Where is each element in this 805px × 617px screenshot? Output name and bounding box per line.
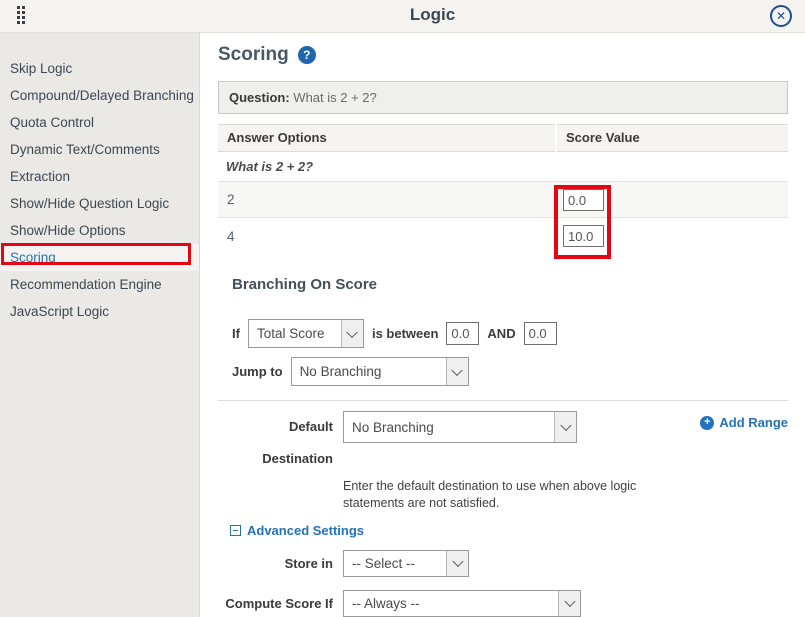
question-group-row: What is 2 + 2? — [218, 152, 788, 182]
compute-score-if-select[interactable]: -- Always -- — [343, 590, 581, 617]
modal-header: Logic ✕ — [0, 0, 805, 33]
branching-section-title: Branching On Score — [232, 276, 788, 293]
drag-handle-icon[interactable] — [17, 6, 25, 24]
default-destination-label: Default Destination — [218, 411, 333, 475]
and-label: AND — [487, 326, 515, 341]
score-value-input[interactable] — [563, 189, 604, 211]
question-label: Question: — [229, 90, 290, 105]
page-title: Scoring — [218, 44, 289, 66]
sidebar-item-show-hide-question-logic[interactable]: Show/Hide Question Logic — [0, 190, 199, 217]
chevron-down-icon — [446, 358, 468, 385]
chevron-down-icon — [558, 591, 580, 616]
question-text: What is 2 + 2? — [293, 90, 376, 105]
collapse-icon — [230, 525, 241, 536]
table-row: 4 — [218, 218, 788, 254]
sidebar: Skip Logic Compound/Delayed Branching Qu… — [0, 33, 200, 617]
jump-to-select[interactable]: No Branching — [291, 357, 469, 386]
add-range-label: Add Range — [719, 415, 788, 430]
sidebar-item-extraction[interactable]: Extraction — [0, 163, 199, 190]
sidebar-item-dynamic-text-comments[interactable]: Dynamic Text/Comments — [0, 136, 199, 163]
add-icon: + — [700, 416, 714, 430]
modal-title: Logic — [410, 5, 455, 25]
store-in-label: Store in — [218, 556, 333, 571]
store-in-value: -- Select -- — [344, 551, 446, 576]
table-row: 2 — [218, 182, 788, 218]
chevron-down-icon — [446, 551, 468, 576]
store-in-select[interactable]: -- Select -- — [343, 550, 469, 577]
answer-option-label: 2 — [227, 192, 235, 207]
add-range-button[interactable]: + Add Range — [700, 415, 788, 430]
sidebar-item-scoring[interactable]: Scoring — [0, 244, 199, 271]
if-label: If — [232, 326, 240, 341]
answer-option-label: 4 — [227, 229, 235, 244]
is-between-label: is between — [372, 326, 438, 341]
range-min-input[interactable] — [446, 322, 479, 345]
section-divider — [218, 400, 788, 401]
chevron-down-icon — [554, 412, 576, 442]
help-icon[interactable]: ? — [298, 46, 316, 64]
question-box: Question: What is 2 + 2? — [218, 81, 788, 114]
score-variable-value: Total Score — [249, 320, 341, 347]
sidebar-item-show-hide-options[interactable]: Show/Hide Options — [0, 217, 199, 244]
sidebar-item-quota-control[interactable]: Quota Control — [0, 109, 199, 136]
chevron-down-icon — [341, 320, 363, 347]
jump-to-label: Jump to — [232, 364, 283, 379]
jump-to-value: No Branching — [292, 358, 446, 385]
advanced-settings-toggle[interactable]: Advanced Settings — [230, 523, 788, 538]
close-icon[interactable]: ✕ — [770, 5, 792, 27]
sidebar-item-skip-logic[interactable]: Skip Logic — [0, 55, 199, 82]
score-value-input[interactable] — [563, 225, 604, 247]
column-header-answer-options: Answer Options — [218, 124, 555, 152]
advanced-settings-label: Advanced Settings — [247, 523, 364, 538]
sidebar-item-compound-delayed-branching[interactable]: Compound/Delayed Branching — [0, 82, 199, 109]
column-header-score-value: Score Value — [557, 124, 788, 152]
range-max-input[interactable] — [524, 322, 557, 345]
compute-score-if-label: Compute Score If — [218, 596, 333, 611]
main-panel: Scoring ? Question: What is 2 + 2? Answe… — [200, 33, 805, 617]
sidebar-item-recommendation-engine[interactable]: Recommendation Engine — [0, 271, 199, 298]
default-destination-help-text: Enter the default destination to use whe… — [343, 478, 678, 512]
sidebar-item-javascript-logic[interactable]: JavaScript Logic — [0, 298, 199, 325]
compute-score-if-value: -- Always -- — [344, 591, 558, 616]
score-variable-select[interactable]: Total Score — [248, 319, 364, 348]
default-destination-value: No Branching — [344, 412, 554, 442]
default-destination-select[interactable]: No Branching — [343, 411, 577, 443]
answer-options-table: Answer Options Score Value What is 2 + 2… — [218, 124, 788, 254]
